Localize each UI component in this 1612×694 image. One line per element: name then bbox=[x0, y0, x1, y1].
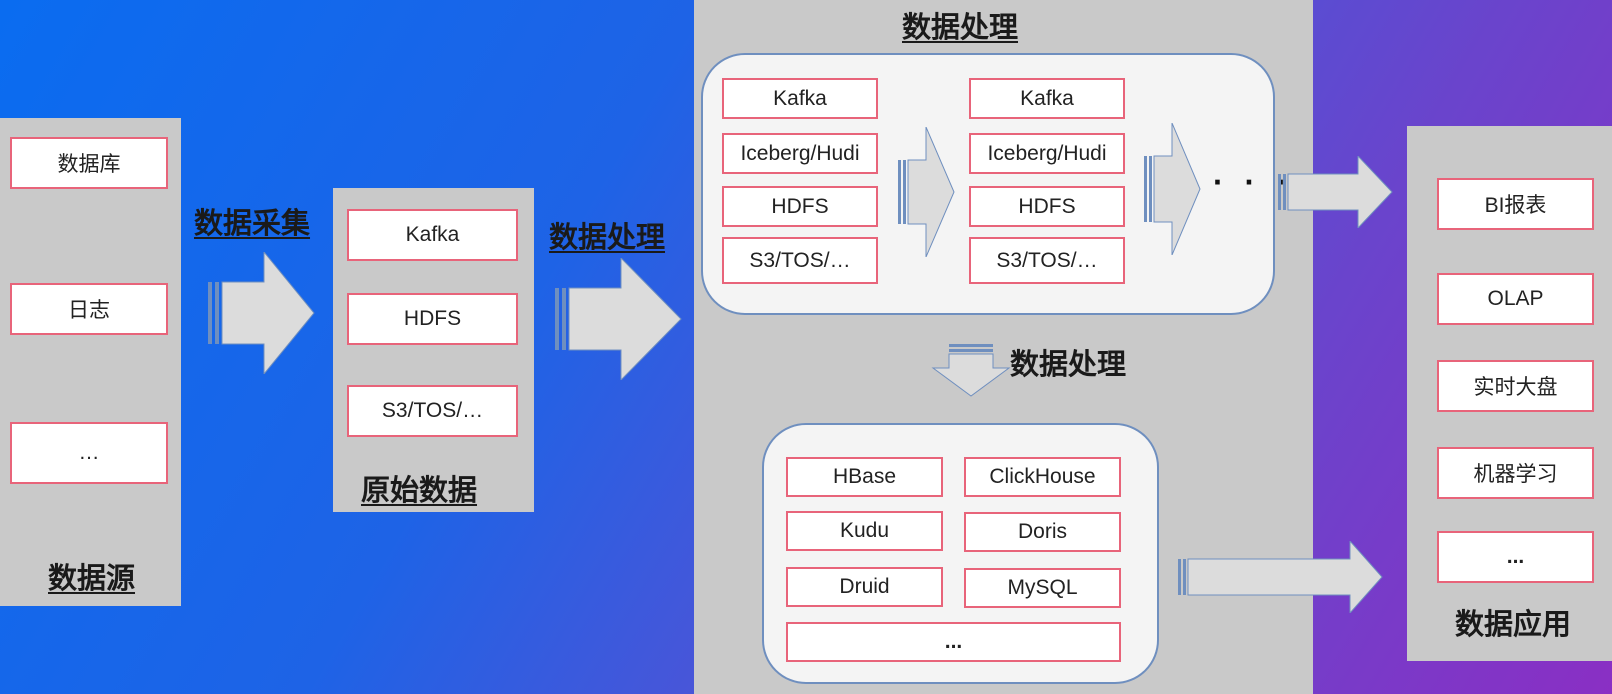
source-database: 数据库 bbox=[10, 137, 168, 189]
data-source-panel bbox=[0, 118, 181, 606]
layer1-s3: S3/TOS/… bbox=[722, 237, 878, 284]
store-druid: Druid bbox=[786, 567, 943, 607]
layer2-s3: S3/TOS/… bbox=[969, 237, 1125, 284]
source-more: … bbox=[10, 422, 168, 484]
app-machine-learning: 机器学习 bbox=[1437, 447, 1594, 499]
source-logs: 日志 bbox=[10, 283, 168, 335]
app-more: ... bbox=[1437, 531, 1594, 583]
layer-arrow-icon bbox=[898, 127, 955, 257]
raw-hdfs: HDFS bbox=[347, 293, 518, 345]
layer1-kafka: Kafka bbox=[722, 78, 878, 119]
data-application-title: 数据应用 bbox=[1455, 609, 1572, 641]
store-hbase: HBase bbox=[786, 457, 943, 497]
bottom-output-arrow-icon bbox=[1178, 541, 1383, 613]
collect-label: 数据采集 bbox=[194, 208, 311, 240]
processing-title: 数据处理 bbox=[902, 12, 1019, 44]
layer2-hdfs: HDFS bbox=[969, 186, 1125, 227]
top-output-arrow-icon bbox=[1278, 156, 1393, 228]
process-label: 数据处理 bbox=[549, 222, 666, 254]
raw-s3: S3/TOS/… bbox=[347, 385, 518, 437]
process-arrow-icon bbox=[555, 258, 682, 380]
store-clickhouse: ClickHouse bbox=[964, 457, 1121, 497]
store-more: ... bbox=[786, 622, 1121, 662]
app-bi-report: BI报表 bbox=[1437, 178, 1594, 230]
layer2-iceberg: Iceberg/Hudi bbox=[969, 133, 1125, 174]
layer1-iceberg: Iceberg/Hudi bbox=[722, 133, 878, 174]
layer-arrow-2-icon bbox=[1144, 123, 1201, 255]
layer2-kafka: Kafka bbox=[969, 78, 1125, 119]
down-process-label: 数据处理 bbox=[1010, 349, 1127, 381]
collect-arrow-icon bbox=[208, 252, 315, 374]
store-mysql: MySQL bbox=[964, 568, 1121, 608]
raw-data-title: 原始数据 bbox=[361, 475, 478, 507]
store-kudu: Kudu bbox=[786, 511, 943, 551]
down-arrow-icon bbox=[931, 344, 1011, 397]
app-realtime-dashboard: 实时大盘 bbox=[1437, 360, 1594, 412]
app-olap: OLAP bbox=[1437, 273, 1594, 325]
data-source-title: 数据源 bbox=[48, 563, 136, 595]
raw-kafka: Kafka bbox=[347, 209, 518, 261]
store-doris: Doris bbox=[964, 512, 1121, 552]
layer1-hdfs: HDFS bbox=[722, 186, 878, 227]
